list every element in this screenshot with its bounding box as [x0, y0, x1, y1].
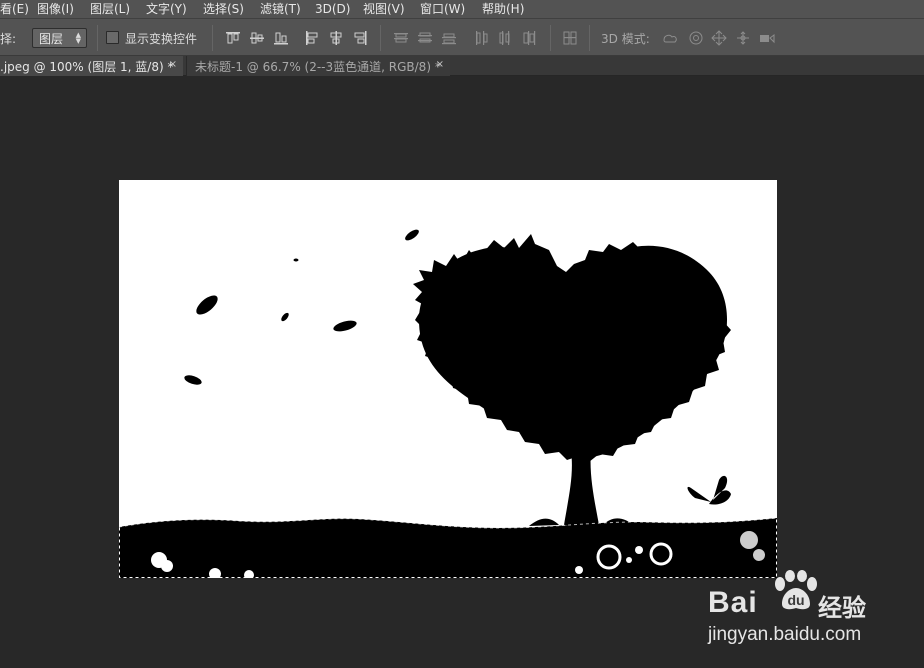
document-canvas[interactable]	[119, 180, 777, 578]
menu-select[interactable]: 选择(S)	[203, 1, 244, 17]
menu-edit[interactable]: 看(E)	[0, 1, 29, 17]
close-icon[interactable]: ×	[169, 59, 177, 70]
separator	[212, 25, 213, 51]
3d-pan-icon[interactable]	[710, 29, 728, 47]
align-horizontal-centers-icon[interactable]	[327, 29, 345, 47]
menu-image[interactable]: 图像(I)	[37, 1, 74, 17]
tab-label: .jpeg @ 100% (图层 1, 蓝/8) *	[0, 59, 174, 74]
tab-document-untitled[interactable]: 未标题-1 @ 66.7% (2--3蓝色通道, RGB/8) * ×	[186, 56, 450, 76]
auto-align-layers-icon[interactable]	[561, 29, 579, 47]
menu-layer[interactable]: 图层(L)	[90, 1, 130, 17]
dropdown-arrows-icon: ▲ ▼	[75, 31, 81, 45]
align-left-edges-icon[interactable]	[303, 29, 321, 47]
auto-select-value: 图层	[39, 31, 64, 46]
distribute-bottom-icon[interactable]	[440, 29, 458, 47]
3d-rotate-icon[interactable]	[661, 29, 679, 47]
distribute-vertical-centers-icon[interactable]	[416, 29, 434, 47]
menu-3d[interactable]: 3D(D)	[315, 1, 350, 17]
document-tab-bar: .jpeg @ 100% (图层 1, 蓝/8) * × 未标题-1 @ 66.…	[0, 56, 924, 76]
show-transform-checkbox[interactable]	[106, 31, 119, 44]
separator	[97, 25, 98, 51]
show-transform-label: 显示变换控件	[125, 32, 198, 46]
menu-filter[interactable]: 滤镜(T)	[260, 1, 301, 17]
align-bottom-edges-icon[interactable]	[272, 29, 290, 47]
separator	[550, 25, 551, 51]
3d-scale-camera-icon[interactable]	[758, 29, 776, 47]
distribute-right-icon[interactable]	[520, 29, 538, 47]
auto-select-label: 择:	[0, 32, 17, 46]
canvas-image	[119, 180, 777, 578]
menu-view[interactable]: 视图(V)	[363, 1, 405, 17]
distribute-left-icon[interactable]	[472, 29, 490, 47]
separator	[589, 25, 590, 51]
distribute-top-icon[interactable]	[392, 29, 410, 47]
3d-slide-icon[interactable]	[734, 29, 752, 47]
menu-window[interactable]: 窗口(W)	[420, 1, 465, 17]
align-vertical-centers-icon[interactable]	[248, 29, 266, 47]
auto-select-dropdown[interactable]: 图层 ▲ ▼	[32, 28, 87, 48]
tab-document-jpeg[interactable]: .jpeg @ 100% (图层 1, 蓝/8) * ×	[0, 56, 183, 76]
3d-mode-label: 3D 模式:	[601, 32, 650, 46]
align-right-edges-icon[interactable]	[351, 29, 369, 47]
menu-help[interactable]: 帮助(H)	[482, 1, 524, 17]
menu-bar: 看(E) 图像(I) 图层(L) 文字(Y) 选择(S) 滤镜(T) 3D(D)…	[0, 0, 924, 18]
align-top-edges-icon[interactable]	[224, 29, 242, 47]
separator	[380, 25, 381, 51]
tab-label: 未标题-1 @ 66.7% (2--3蓝色通道, RGB/8) *	[195, 59, 441, 74]
options-bar: 择: 图层 ▲ ▼ 显示变换控件 3D 模式:	[0, 18, 924, 56]
menu-type[interactable]: 文字(Y)	[146, 1, 187, 17]
3d-roll-icon[interactable]	[687, 29, 705, 47]
distribute-horizontal-centers-icon[interactable]	[496, 29, 514, 47]
close-icon[interactable]: ×	[436, 59, 444, 70]
